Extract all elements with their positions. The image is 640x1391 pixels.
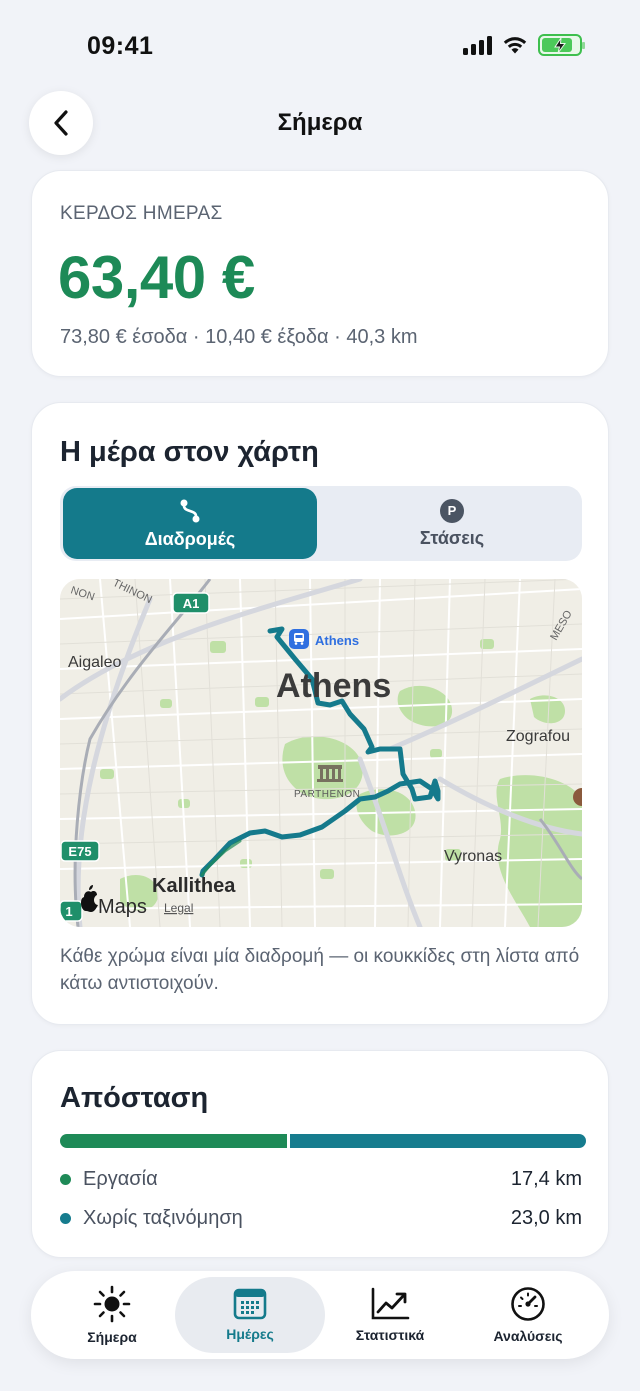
map-view[interactable]: A1 E75 1 Aigaleo Athens Athens Zografou … [60, 579, 582, 927]
map-mode-segmented-control: Διαδρομές P Στάσεις [60, 486, 582, 561]
distance-bar-unclassified [289, 1134, 586, 1148]
map-card: Η μέρα στον χάρτη Διαδρομές P Στάσεις A1… [31, 402, 609, 1025]
map-label-zografou: Zografou [506, 728, 570, 745]
road-shield-1: 1 [60, 900, 83, 922]
map-label-vyronas: Vyronas [444, 848, 502, 865]
legend-dot-work [60, 1173, 71, 1185]
distance-bar-work [60, 1134, 287, 1148]
map-label-kallithea: Kallithea [152, 875, 236, 897]
tab-analyses[interactable]: Αναλύσεις [453, 1277, 603, 1353]
distance-title: Απόσταση [60, 1082, 209, 1114]
tab-today-label: Σήμερα [87, 1329, 137, 1345]
road-1-label: 1 [65, 904, 72, 919]
segment-stops[interactable]: P Στάσεις [325, 488, 579, 559]
map-canvas: A1 E75 1 Aigaleo Athens Athens Zografou … [60, 579, 582, 927]
status-bar: 09:41 [0, 0, 640, 90]
road-shield-a1: A1 [172, 592, 210, 614]
status-icons [463, 34, 585, 56]
segment-routes[interactable]: Διαδρομές [63, 488, 317, 559]
profit-amount: 63,40 € [58, 244, 255, 311]
signal-icon [463, 35, 492, 55]
road-a1-label: A1 [183, 596, 200, 611]
tab-days-label: Ημέρες [226, 1326, 274, 1342]
tab-today[interactable]: Σήμερα [37, 1277, 187, 1353]
route-icon [180, 499, 200, 522]
legal-link: Legal [164, 901, 193, 915]
tab-statistics[interactable]: Στατιστικά [315, 1277, 465, 1353]
segment-stops-label: Στάσεις [419, 527, 485, 548]
battery-icon [538, 34, 585, 56]
wifi-icon [503, 37, 527, 54]
tab-bar: Σήμερα Ημέρες Στατιστικά Αναλύσεις [31, 1271, 609, 1359]
map-title: Η μέρα στον χάρτη [60, 436, 319, 468]
profit-label: ΚΕΡΔΟΣ ΗΜΕΡΑΣ [60, 203, 223, 224]
maps-brand: Maps [98, 896, 147, 918]
legend-value-unclassified: 23,0 km [510, 1206, 582, 1229]
map-label-athens-station: Athens [315, 633, 359, 648]
legend-label-unclassified: Χωρίς ταξινόμηση [83, 1206, 243, 1229]
segment-routes-label: Διαδρομές [144, 528, 236, 549]
legend-row-work: Εργασία 17,4 km [60, 1164, 582, 1194]
tab-days[interactable]: Ημέρες [175, 1277, 325, 1353]
road-shield-e75: E75 [60, 840, 100, 862]
gauge-icon [511, 1287, 545, 1321]
calendar-icon [233, 1288, 267, 1320]
map-label-parthenon: PARTHENON [294, 789, 360, 800]
tab-analyses-label: Αναλύσεις [493, 1328, 563, 1344]
map-label-aigaleo: Aigaleo [68, 654, 121, 671]
profit-card: ΚΕΡΔΟΣ ΗΜΕΡΑΣ 63,40 € 73,80 € έσοδα · 10… [31, 170, 609, 377]
chart-icon [371, 1287, 410, 1320]
parking-icon: P [440, 498, 464, 523]
sun-icon [93, 1285, 131, 1323]
distance-card: Απόσταση Εργασία 17,4 km Χωρίς ταξινόμησ… [31, 1050, 609, 1258]
tab-statistics-label: Στατιστικά [355, 1327, 425, 1343]
map-caption: Κάθε χρώμα είναι μία διαδρομή — οι κουκκ… [60, 946, 580, 994]
profit-summary: 73,80 € έσοδα · 10,40 € έξοδα · 40,3 km [60, 326, 418, 348]
legend-dot-unclassified [60, 1212, 71, 1224]
page-title: Σήμερα [277, 109, 363, 136]
train-station-icon [289, 629, 309, 649]
road-e75-label: E75 [68, 844, 91, 859]
map-label-athens: Athens [276, 667, 391, 705]
legend-label-work: Εργασία [83, 1167, 158, 1190]
legend-value-work: 17,4 km [510, 1167, 582, 1190]
status-time: 09:41 [87, 32, 154, 60]
distance-bar [60, 1134, 586, 1148]
legend-row-unclassified: Χωρίς ταξινόμηση 23,0 km [60, 1203, 582, 1233]
